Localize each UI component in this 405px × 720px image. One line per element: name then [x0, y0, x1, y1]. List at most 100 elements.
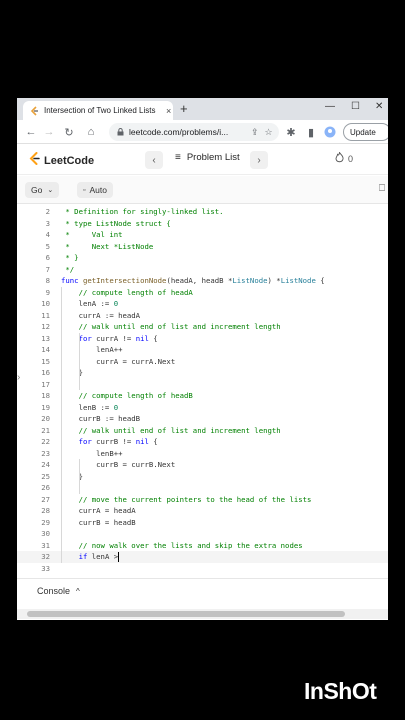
share-icon[interactable]: ⇪ — [251, 127, 259, 138]
new-tab-button[interactable]: + — [180, 101, 188, 117]
scrollbar-thumb[interactable] — [27, 611, 345, 617]
code-text: */ — [61, 264, 75, 274]
code-text: // compute length of headA — [78, 287, 193, 297]
streak-count: 0 — [348, 153, 354, 164]
code-line[interactable]: 3 * type ListNode struct { — [17, 218, 388, 230]
streak-counter[interactable]: 0 — [335, 151, 354, 165]
maximize-button[interactable]: ☐ — [351, 100, 360, 114]
code-text: currB = headB — [61, 517, 136, 527]
code-text: for currA != nil { — [78, 333, 158, 343]
code-line[interactable]: 14 lenA++ — [17, 344, 388, 356]
code-line[interactable]: 9 // compute length of headA — [17, 287, 388, 299]
line-number: 14 — [41, 345, 50, 354]
problem-list-label: Problem List — [186, 152, 240, 163]
code-line[interactable]: 6 * } — [17, 252, 388, 264]
url-text: leetcode.com/problems/i... — [129, 127, 229, 137]
code-line[interactable]: 18 // compute length of headB — [17, 390, 388, 402]
extensions-icon[interactable]: ✱ — [283, 124, 299, 140]
code-text: * } — [61, 253, 79, 262]
line-number: 21 — [41, 425, 50, 435]
back-arrow-icon[interactable]: ← — [23, 124, 39, 140]
code-line[interactable]: 24 currB = currB.Next — [17, 459, 388, 471]
code-line[interactable]: 7 */ — [17, 264, 388, 276]
prev-problem-button[interactable]: ‹ — [145, 151, 163, 169]
horizontal-scrollbar[interactable] — [17, 609, 388, 619]
lock-icon — [117, 123, 124, 141]
tab-close-icon[interactable]: × — [166, 106, 171, 116]
leetcode-logo-icon — [29, 152, 40, 170]
next-problem-button[interactable]: › — [250, 151, 268, 169]
code-line[interactable]: 26 — [17, 482, 388, 494]
code-line[interactable]: 11 currA := headA — [17, 310, 388, 322]
code-line[interactable]: 5 * Next *ListNode — [17, 241, 388, 253]
code-line[interactable]: 4 * Val int — [17, 229, 388, 241]
code-line[interactable]: 12 // walk until end of list and increme… — [17, 321, 388, 333]
line-number: 20 — [41, 414, 50, 423]
code-line[interactable]: 32 if lenA > — [17, 551, 388, 563]
indent-guide — [79, 332, 80, 390]
browser-tab[interactable]: Intersection of Two Linked Lists × — [23, 101, 173, 120]
code-text: lenA := 0 — [61, 299, 119, 308]
code-line[interactable]: 20 currB := headB — [17, 413, 388, 425]
code-line[interactable]: 2 * Definition for singly-linked list. — [17, 206, 388, 218]
code-text: lenA++ — [61, 345, 123, 354]
bookmark-icon[interactable]: ⎕ — [379, 183, 385, 194]
reload-icon[interactable]: ↻ — [61, 124, 77, 140]
code-line[interactable]: 25 } — [17, 471, 388, 483]
chevron-up-icon: ^ — [76, 586, 80, 596]
code-line[interactable]: 29 currB = headB — [17, 517, 388, 529]
line-number: 32 — [41, 552, 50, 561]
bookmark-star-icon[interactable]: ☆ — [265, 127, 273, 138]
editor-toolbar: Go ⌄ ▫ Auto ⎕ — [17, 176, 388, 204]
profile-avatar-icon[interactable] — [322, 124, 338, 140]
update-button[interactable]: Update — [343, 123, 388, 141]
code-text: func getIntersectionNode(headA, headB *L… — [61, 276, 325, 285]
line-number: 4 — [45, 230, 50, 239]
language-label: Go — [31, 185, 43, 195]
problem-list-button[interactable]: ≡ Problem List — [175, 152, 240, 163]
code-line[interactable]: 10 lenA := 0 — [17, 298, 388, 310]
indent-guide — [79, 459, 80, 494]
side-panel-icon[interactable]: ▮ — [303, 124, 319, 140]
update-label: Update — [350, 127, 376, 137]
code-text: // compute length of headB — [78, 391, 193, 400]
code-editor[interactable]: 2 * Definition for singly-linked list. 3 … — [17, 206, 388, 574]
auto-mode-chip[interactable]: ▫ Auto — [77, 182, 113, 198]
home-icon[interactable]: ⌂ — [83, 124, 99, 140]
minimize-button[interactable]: — — [325, 100, 335, 114]
chevron-right-icon[interactable]: › — [17, 372, 20, 383]
code-line[interactable]: 15 currA = currA.Next — [17, 356, 388, 368]
indent-guide — [61, 286, 62, 563]
code-text: // move the current pointers to the head… — [78, 494, 312, 504]
forward-arrow-icon[interactable]: → — [41, 124, 57, 140]
flame-icon — [335, 151, 344, 165]
code-line[interactable]: 17 — [17, 379, 388, 391]
code-line[interactable]: 31 // now walk over the lists and skip t… — [17, 540, 388, 552]
close-window-button[interactable]: ✕ — [375, 100, 383, 114]
code-line[interactable]: 19 lenB := 0 — [17, 402, 388, 414]
line-number: 9 — [45, 287, 50, 297]
console-button[interactable]: Console ^ — [37, 586, 80, 596]
line-number: 19 — [41, 402, 50, 412]
code-line[interactable]: 13 for currA != nil { — [17, 333, 388, 345]
code-line[interactable]: 22 for currB != nil { — [17, 436, 388, 448]
code-text: * type ListNode struct { — [61, 218, 171, 228]
code-line[interactable]: 30 — [17, 528, 388, 540]
code-line[interactable]: 33 — [17, 563, 388, 575]
address-bar[interactable]: leetcode.com/problems/i... ⇪ ☆ — [109, 123, 279, 141]
code-line[interactable]: 16 } — [17, 367, 388, 379]
leetcode-favicon-icon — [29, 105, 39, 116]
line-number: 28 — [41, 506, 50, 515]
code-text: * Val int — [61, 230, 123, 239]
code-text: currB := headB — [61, 414, 141, 423]
line-number: 3 — [45, 218, 50, 228]
code-line[interactable]: 23 lenB++ — [17, 448, 388, 460]
code-line[interactable]: 27 // move the current pointers to the h… — [17, 494, 388, 506]
code-line[interactable]: 21 // walk until end of list and increme… — [17, 425, 388, 437]
line-number: 31 — [41, 540, 50, 550]
code-line[interactable]: 28 currA = headA — [17, 505, 388, 517]
text-cursor — [118, 552, 120, 562]
language-select[interactable]: Go ⌄ — [25, 182, 60, 198]
leetcode-logo[interactable]: LeetCode — [29, 152, 94, 170]
code-line[interactable]: 8 func getIntersectionNode(headA, headB *… — [17, 275, 388, 287]
